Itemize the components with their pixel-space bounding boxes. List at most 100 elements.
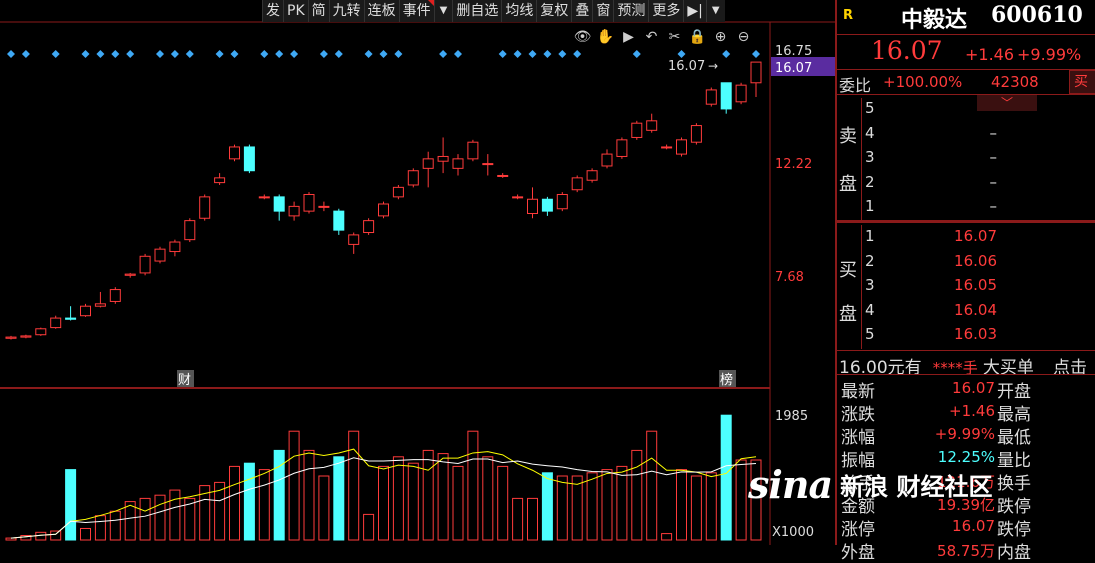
candle [229,144,240,162]
rank-marker[interactable]: 榜 [720,372,733,388]
toolbar-item-11[interactable]: 窗 [592,0,613,22]
volume-bar [676,469,687,541]
volume-bar [437,453,449,541]
signal-diamond [275,50,284,58]
candle [631,120,643,140]
buy-level: 1 [865,227,875,245]
candle [154,246,166,264]
toolbar-item-5[interactable]: 事件 [398,0,434,22]
toolbar-item-13[interactable]: 更多 [648,0,683,22]
signal-diamond [21,50,30,58]
sell-level: 4 [865,123,875,142]
sell-level: 5 [865,99,875,117]
signal-diamond [111,50,120,58]
toolbar-item-3[interactable]: 九转 [328,0,364,22]
candle [646,113,658,133]
toolbar-item-0[interactable]: 发 [262,0,283,22]
toolbar-item-8[interactable]: 均线 [501,0,536,22]
hand-icon[interactable]: ✋ [596,27,615,46]
sell-side-label-2: 盘 [839,174,857,195]
toolbar-item-2[interactable]: 简 [307,0,329,22]
signal-diamond [334,50,343,58]
buy-level: 2 [865,251,875,270]
volume-bar [378,465,389,541]
toolbar-item-1[interactable]: PK [283,0,308,22]
volume-bar [243,462,255,541]
toolbar-item-10[interactable]: 叠 [571,0,592,22]
signal-diamond [364,50,373,58]
volume-bar [333,456,345,541]
price-axis-label-low: 7.68 [775,270,804,285]
toolbar-item-9[interactable]: 复权 [536,0,571,22]
signal-diamond [454,50,462,58]
quote-value: +1.46 [949,402,995,420]
candle [661,144,673,150]
candle [556,192,568,212]
volume-bar [467,430,479,541]
volume-bar [631,449,643,541]
finance-marker[interactable]: 财 [178,373,191,388]
eye-icon[interactable]: 👁 [573,27,592,46]
scissors-icon[interactable]: ✂ [665,27,684,46]
play-icon[interactable]: ▶ [619,27,638,46]
candle [750,61,762,98]
candle [94,291,106,308]
volume-bar [541,472,553,541]
kline-chart[interactable]: 16.75 16.07 12.22 7.68 1985 X1000 财 榜 16… [0,0,835,545]
buy-price: 16.06 [954,251,997,270]
sell-price: – [989,197,998,215]
candle [407,168,419,188]
candle [288,201,300,221]
last-price: 16.07 [871,36,943,65]
candle [586,168,598,183]
toolbar-item-6[interactable]: ▼ [433,0,453,22]
candle [720,82,732,114]
buy-button[interactable]: 买 [1069,70,1095,94]
volume-bar [94,515,106,541]
toolbar-item-7[interactable]: 删自选 [452,0,501,22]
current-price-badge-label: 16.07 [775,61,812,76]
signal-diamond [215,50,224,58]
big-order-label: 大买单 [982,358,1034,378]
toolbar-item-14[interactable]: ▶| [683,0,705,22]
collapse-chevron-icon[interactable]: ﹀ [977,95,1037,111]
candle [184,218,196,243]
candle [676,137,687,157]
volume-bar [527,497,538,541]
sell-level: 1 [865,197,875,215]
sell-level: 2 [865,172,875,191]
toolbar-item-15[interactable]: ▼ [705,0,725,22]
signal-diamond [230,50,239,58]
buy-side-label-1: 买 [839,260,857,281]
zoom-out-icon[interactable]: ⊖ [734,27,753,46]
quote-label-2: 开盘 [997,382,1031,402]
lock-icon[interactable]: 🔒 [688,27,707,46]
volume-bar [616,465,628,541]
kline-chart-area[interactable]: 16.75 16.07 12.22 7.68 1985 X1000 财 榜 16… [0,0,835,545]
undo-icon[interactable]: ↶ [642,27,661,46]
candle [616,137,628,159]
candle [497,173,509,178]
candle [705,87,717,107]
volume-bar [5,537,17,541]
quote-value: 58.75万 [937,542,995,560]
last-price-arrow-icon: → [708,59,718,73]
volume-bar [318,475,330,541]
candle [422,151,434,188]
toolbar-item-4[interactable]: 连板 [363,0,399,22]
signal-diamond [722,50,731,58]
signal-diamond [290,50,299,58]
volume-axis-label-unit: X1000 [772,525,814,540]
sina-watermark-text: 新浪 财经社区 [840,473,993,501]
price-change: +1.46 [965,45,1015,64]
zoom-in-icon[interactable]: ⊕ [711,27,730,46]
candle [243,144,255,174]
candle [20,334,32,339]
candle [318,201,330,212]
sell-price: – [989,172,998,191]
candle [571,175,583,193]
candle [482,154,494,176]
volume-bar [363,513,375,541]
toolbar-item-12[interactable]: 预测 [613,0,648,22]
volume-bar [422,449,434,541]
